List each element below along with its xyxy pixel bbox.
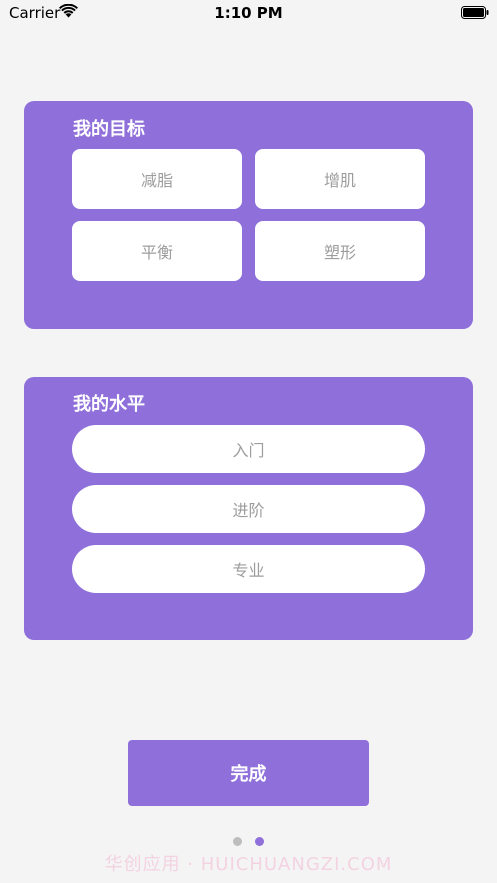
goal-option-balance[interactable]: 平衡 [72, 221, 242, 281]
level-card-title: 我的水平 [73, 394, 145, 415]
status-bar: Carrier 1:10 PM [0, 0, 497, 26]
level-option-professional[interactable]: 专业 [72, 545, 425, 593]
page-indicator-dot-active[interactable] [255, 837, 264, 846]
battery-icon [461, 6, 489, 19]
goal-option-shaping[interactable]: 塑形 [255, 221, 425, 281]
level-option-beginner[interactable]: 入门 [72, 425, 425, 473]
screen: Carrier 1:10 PM 我的目标 减脂 增肌 平衡 塑形 我的水平 入门… [0, 0, 497, 883]
goal-card: 我的目标 减脂 增肌 平衡 塑形 [24, 101, 473, 329]
level-option-intermediate[interactable]: 进阶 [72, 485, 425, 533]
watermark: 华创应用 · HUICHUANGZI.COM [104, 854, 393, 875]
level-card: 我的水平 入门 进阶 专业 [24, 377, 473, 640]
clock-time: 1:10 PM [214, 4, 283, 22]
goal-card-title: 我的目标 [73, 119, 145, 140]
done-button[interactable]: 完成 [128, 740, 369, 806]
goal-option-fat-loss[interactable]: 减脂 [72, 149, 242, 209]
goal-option-muscle-gain[interactable]: 增肌 [255, 149, 425, 209]
page-indicator-dot[interactable] [233, 837, 242, 846]
